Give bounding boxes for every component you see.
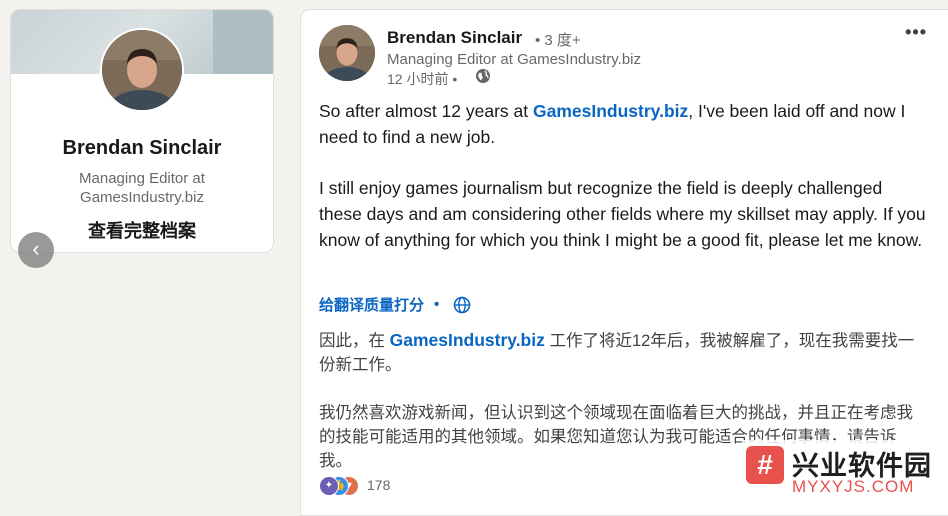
watermark-url: MYXYJS.COM: [792, 477, 915, 496]
translation-rating-row: 给翻译质量打分 •: [319, 294, 471, 315]
watermark-logo: #: [746, 446, 784, 484]
author-headline: Managing Editor at GamesIndustry.biz: [387, 51, 642, 68]
reaction-count[interactable]: 178: [367, 477, 390, 493]
separator: •: [434, 296, 440, 313]
globe-icon: [476, 69, 490, 83]
connection-degree: • 3 度+: [535, 32, 581, 49]
carousel-prev-button[interactable]: ‹: [18, 232, 54, 268]
post-body: So after almost 12 years at GamesIndustr…: [319, 99, 929, 254]
profile-headline-line2: GamesIndustry.biz: [80, 189, 204, 206]
author-avatar[interactable]: [319, 25, 375, 81]
rate-translation-link[interactable]: 给翻译质量打分: [319, 297, 424, 314]
post-text: So after almost 12 years at: [319, 101, 533, 121]
company-link[interactable]: GamesIndustry.biz: [390, 330, 545, 350]
author-name[interactable]: Brendan Sinclair: [387, 28, 522, 48]
company-link[interactable]: GamesIndustry.biz: [533, 101, 688, 121]
translated-span: 因此，在: [319, 332, 390, 350]
post-paragraph-1: So after almost 12 years at GamesIndustr…: [319, 99, 929, 151]
profile-avatar[interactable]: [100, 28, 184, 112]
insightful-reaction-icon: ✦: [319, 476, 339, 496]
profile-headline-line1: Managing Editor at: [79, 170, 205, 187]
post-paragraph-2: I still enjoy games journalism but recog…: [319, 178, 926, 250]
post-timestamp: 12 小时前 •: [387, 71, 458, 87]
more-options-button[interactable]: •••: [905, 22, 927, 43]
site-watermark: # 兴业软件园 MYXYJS.COM: [742, 440, 948, 504]
chevron-left-icon: ‹: [32, 236, 40, 261]
profile-card: Brendan Sinclair Managing Editor at Game…: [10, 9, 274, 253]
globe-icon: [453, 296, 471, 313]
profile-headline: Managing Editor at GamesIndustry.biz: [11, 169, 273, 207]
profile-name[interactable]: Brendan Sinclair: [11, 137, 273, 160]
translated-paragraph-1: 因此，在 GamesIndustry.biz 工作了将近12年后，我被解雇了，现…: [319, 328, 929, 377]
